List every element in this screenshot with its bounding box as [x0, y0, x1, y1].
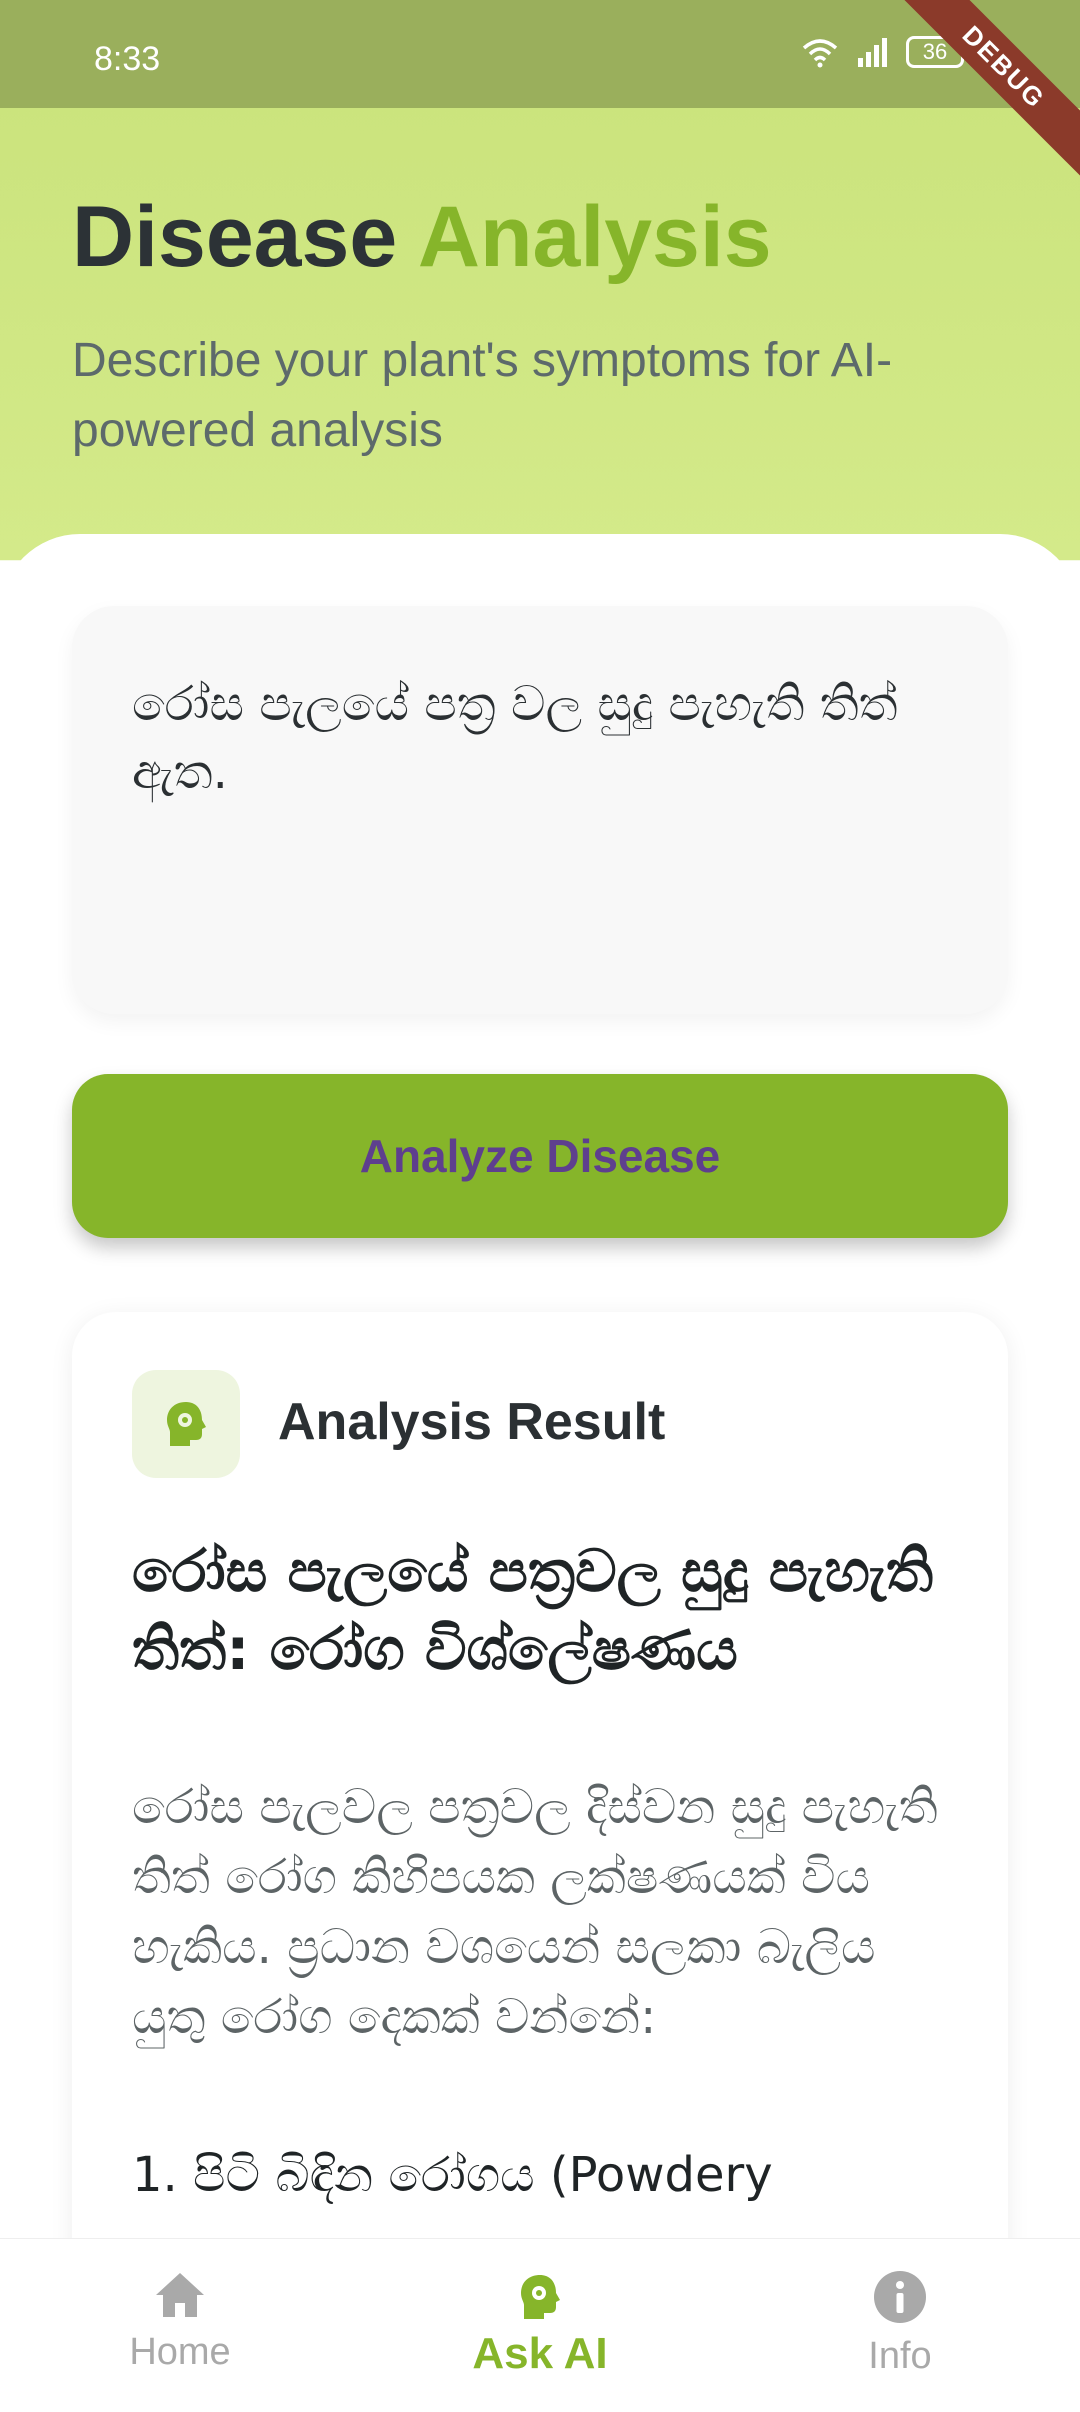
title-part-2: Analysis	[417, 189, 772, 285]
result-list-item: 1. පිටි බිඳින රෝගය (Powdery	[132, 2147, 773, 2203]
nav-label-info: Info	[868, 2335, 932, 2377]
home-icon	[156, 2273, 204, 2317]
signal-icon	[858, 38, 887, 67]
nav-item-info[interactable]: Info	[780, 2269, 1020, 2378]
result-header: Analysis Result	[278, 1393, 666, 1451]
info-icon	[874, 2271, 926, 2323]
nav-item-ask-ai[interactable]: Ask AI	[420, 2269, 660, 2379]
status-time: 8:33	[94, 40, 161, 78]
page-title: Disease Analysis	[72, 188, 772, 287]
nav-label-home: Home	[129, 2331, 231, 2373]
result-title: රෝස පැලයේ පත්‍රවල සුදු පැහැති තිත්: රෝග …	[132, 1537, 934, 1683]
result-icon-box	[132, 1370, 240, 1478]
analyze-disease-button[interactable]: Analyze Disease	[72, 1074, 1008, 1238]
result-body: රෝස පැලවල පත්‍රවල දිස්වන සුදු පැහැති තිත…	[132, 1779, 938, 2045]
page-subtitle: Describe your plant's symptoms for AI-po…	[72, 334, 893, 457]
status-bar: 8:33 36	[0, 0, 1080, 108]
ai-head-icon	[167, 1402, 206, 1446]
wifi-icon	[802, 39, 838, 68]
title-part-1: Disease	[72, 189, 398, 285]
symptom-input[interactable]: රෝස පැලයේ පත්‍ර වල සුදු පැහැති තිත් ඇත.	[72, 606, 1008, 1014]
ai-head-icon	[521, 2275, 560, 2319]
nav-label-ask-ai: Ask AI	[472, 2329, 608, 2378]
analysis-result-card: Analysis Result රෝස පැලයේ පත්‍රවල සුදු ප…	[72, 1312, 1008, 2312]
bottom-nav: Home Ask AI Info	[0, 2238, 1080, 2412]
nav-item-home[interactable]: Home	[60, 2269, 300, 2374]
